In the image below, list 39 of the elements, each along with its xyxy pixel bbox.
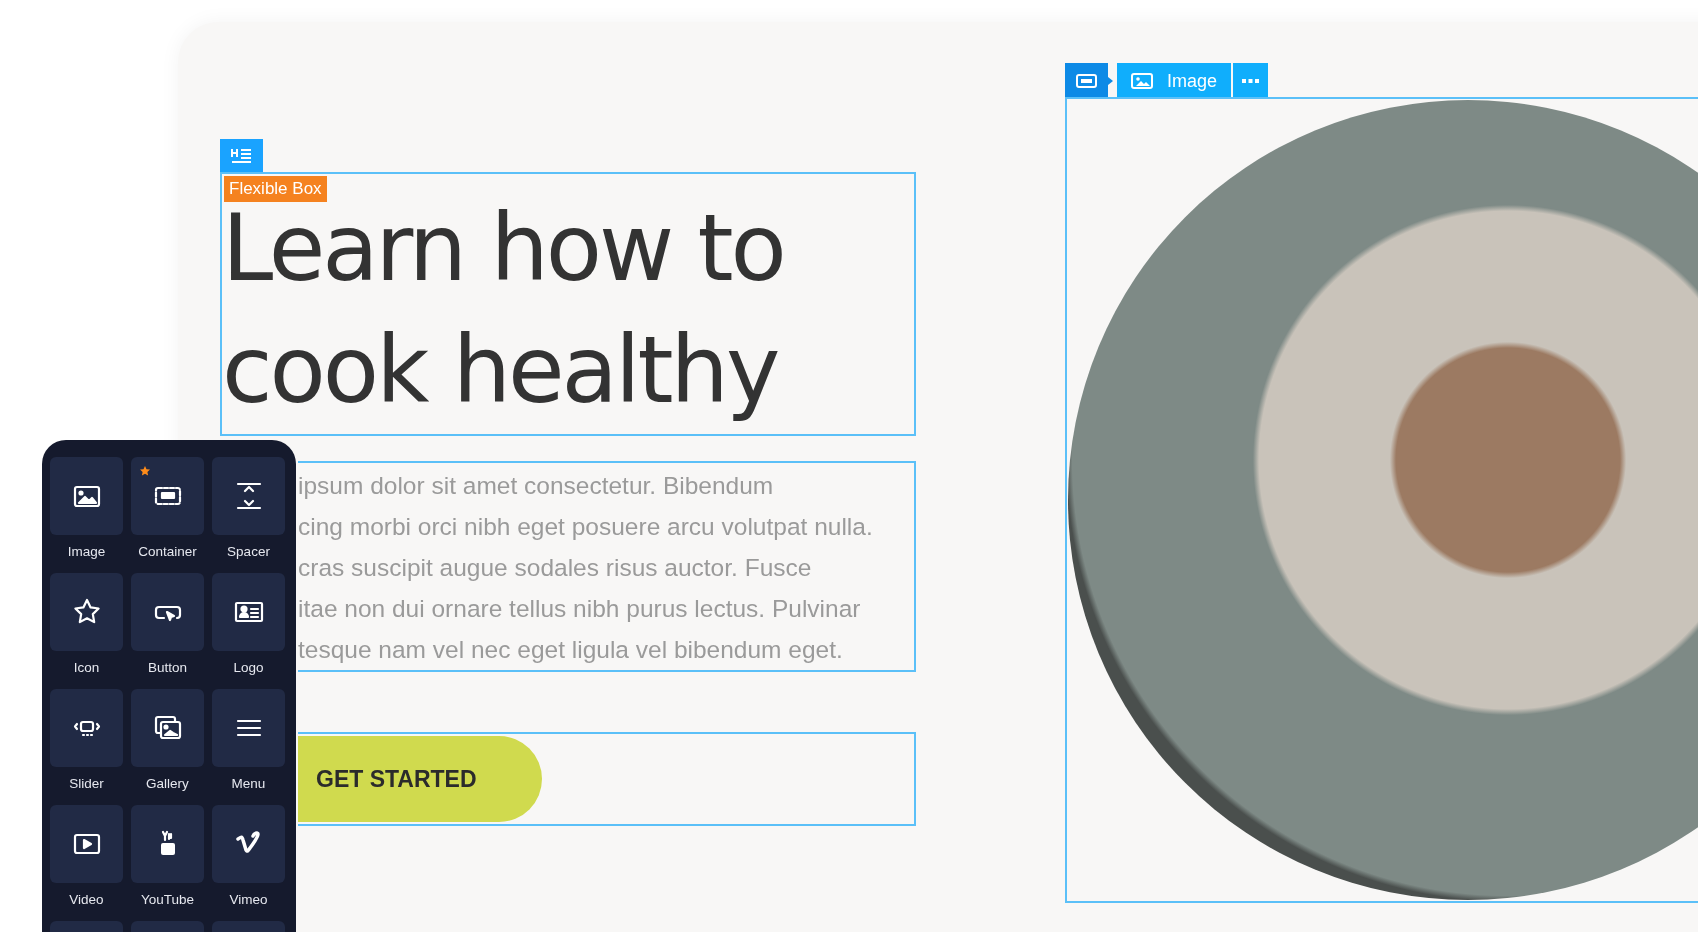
paragraph-line: itae non dui ornare tellus nibh purus lectus. Pulvinar	[298, 594, 862, 624]
button-block[interactable]: GET STARTED	[298, 732, 916, 826]
get-started-button[interactable]: GET STARTED	[298, 736, 542, 822]
paragraph-block[interactable]	[298, 461, 916, 672]
widget-label: Video	[69, 892, 104, 907]
container-handle-icon[interactable]	[1065, 63, 1115, 99]
favorite-star-icon	[140, 466, 150, 476]
widget-tile[interactable]	[131, 689, 204, 767]
widget-label: Container	[138, 544, 197, 559]
paragraph-line: cras suscipit augue sodales risus auctor. Fusce	[298, 553, 813, 583]
widget-label: YouTube	[140, 892, 195, 907]
widget-tile[interactable]	[212, 573, 285, 651]
image-icon	[1131, 73, 1153, 89]
widget-label: Slider	[69, 776, 104, 791]
flexbox-handle-icon[interactable]	[220, 139, 263, 172]
heading-line: cook healthy	[222, 316, 779, 426]
widget-tile[interactable]	[131, 805, 204, 883]
widget-tile[interactable]	[131, 573, 204, 651]
widget-label: Logo	[233, 660, 264, 675]
widget-tile[interactable]	[131, 457, 204, 535]
widget-tile[interactable]	[50, 689, 123, 767]
flexible-box-label: Flexible Box	[224, 176, 327, 202]
paragraph-line: ipsum dolor sit amet consectetur. Bibendum	[298, 471, 775, 501]
widget-label: Icon	[73, 660, 100, 675]
widget-label: Spacer	[227, 544, 270, 559]
heading-block[interactable]: Flexible Box Learn how to cook healthy	[220, 172, 916, 436]
paragraph-line: tesque nam vel nec eget ligula vel bibendum eget.	[298, 635, 844, 665]
widget-tile[interactable]	[212, 457, 285, 535]
widget-label: Button	[148, 660, 187, 675]
widget-tile[interactable]	[50, 457, 123, 535]
widget-tile[interactable]	[212, 689, 285, 767]
widget-tile[interactable]	[50, 805, 123, 883]
widget-label: Gallery	[146, 776, 189, 791]
widget-label: Image	[67, 544, 106, 559]
widget-label: Vimeo	[229, 892, 268, 907]
widget-label: Menu	[231, 776, 266, 791]
widget-tile[interactable]	[212, 805, 285, 883]
widget-tile[interactable]	[50, 573, 123, 651]
paragraph-line: cing morbi orci nibh eget posuere arcu volutpat nulla.	[298, 512, 874, 542]
